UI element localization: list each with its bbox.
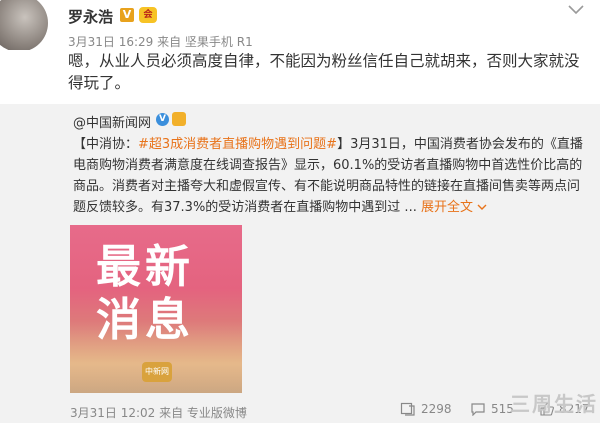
expand-chevron-icon xyxy=(477,204,487,210)
repost-meta: 3月31日 12:02 来自 专业版微博 xyxy=(70,406,247,420)
chevron-down-icon[interactable] xyxy=(566,3,586,17)
post-author-name[interactable]: 罗永浩 xyxy=(68,6,113,27)
gold-badge-icon xyxy=(172,112,186,126)
repost-block[interactable]: @中国新闻网 V 【中消协：#超3成消费者直播购物遇到问题#】3月31日，中国消… xyxy=(0,104,600,423)
news-image-card[interactable]: 最新 消息 中新网 xyxy=(70,225,242,393)
repost-count-button[interactable]: 2298 xyxy=(400,402,452,416)
repost-text: 【中消协：#超3成消费者直播购物遇到问题#】3月31日，中国消费者协会发布的《直… xyxy=(73,134,588,218)
verified-badge-icon: V xyxy=(156,113,169,126)
verified-badge-icon: V xyxy=(120,8,134,22)
repost-icon xyxy=(400,402,415,416)
hashtag-link[interactable]: #超3成消费者直播购物遇到问题# xyxy=(138,137,337,152)
card-logo: 中新网 xyxy=(142,362,172,382)
weibo-post: 罗永浩 V 会 3月31日 16:29 来自 坚果手机 R1 嗯，从业人员必须高… xyxy=(0,0,600,104)
repost-author-name[interactable]: @中国新闻网 xyxy=(73,112,151,131)
card-title-line1: 最新 xyxy=(96,240,195,293)
watermark-logo: 三周生活 xyxy=(510,392,598,416)
member-badge-icon: 会 xyxy=(139,7,157,23)
post-text: 嗯，从业人员必须高度自律，不能因为粉丝信任自己就胡来，否则大家就没得玩了。 xyxy=(68,52,580,92)
repost-count: 2298 xyxy=(421,402,452,416)
comment-icon xyxy=(471,403,485,416)
expand-full-text-link[interactable]: 展开全文 xyxy=(421,200,487,215)
repost-text-prefix: 【中消协： xyxy=(73,137,139,152)
card-title-line2: 消息 xyxy=(96,293,195,346)
post-meta: 3月31日 16:29 来自 坚果手机 R1 xyxy=(68,35,253,49)
author-avatar[interactable] xyxy=(0,0,58,50)
